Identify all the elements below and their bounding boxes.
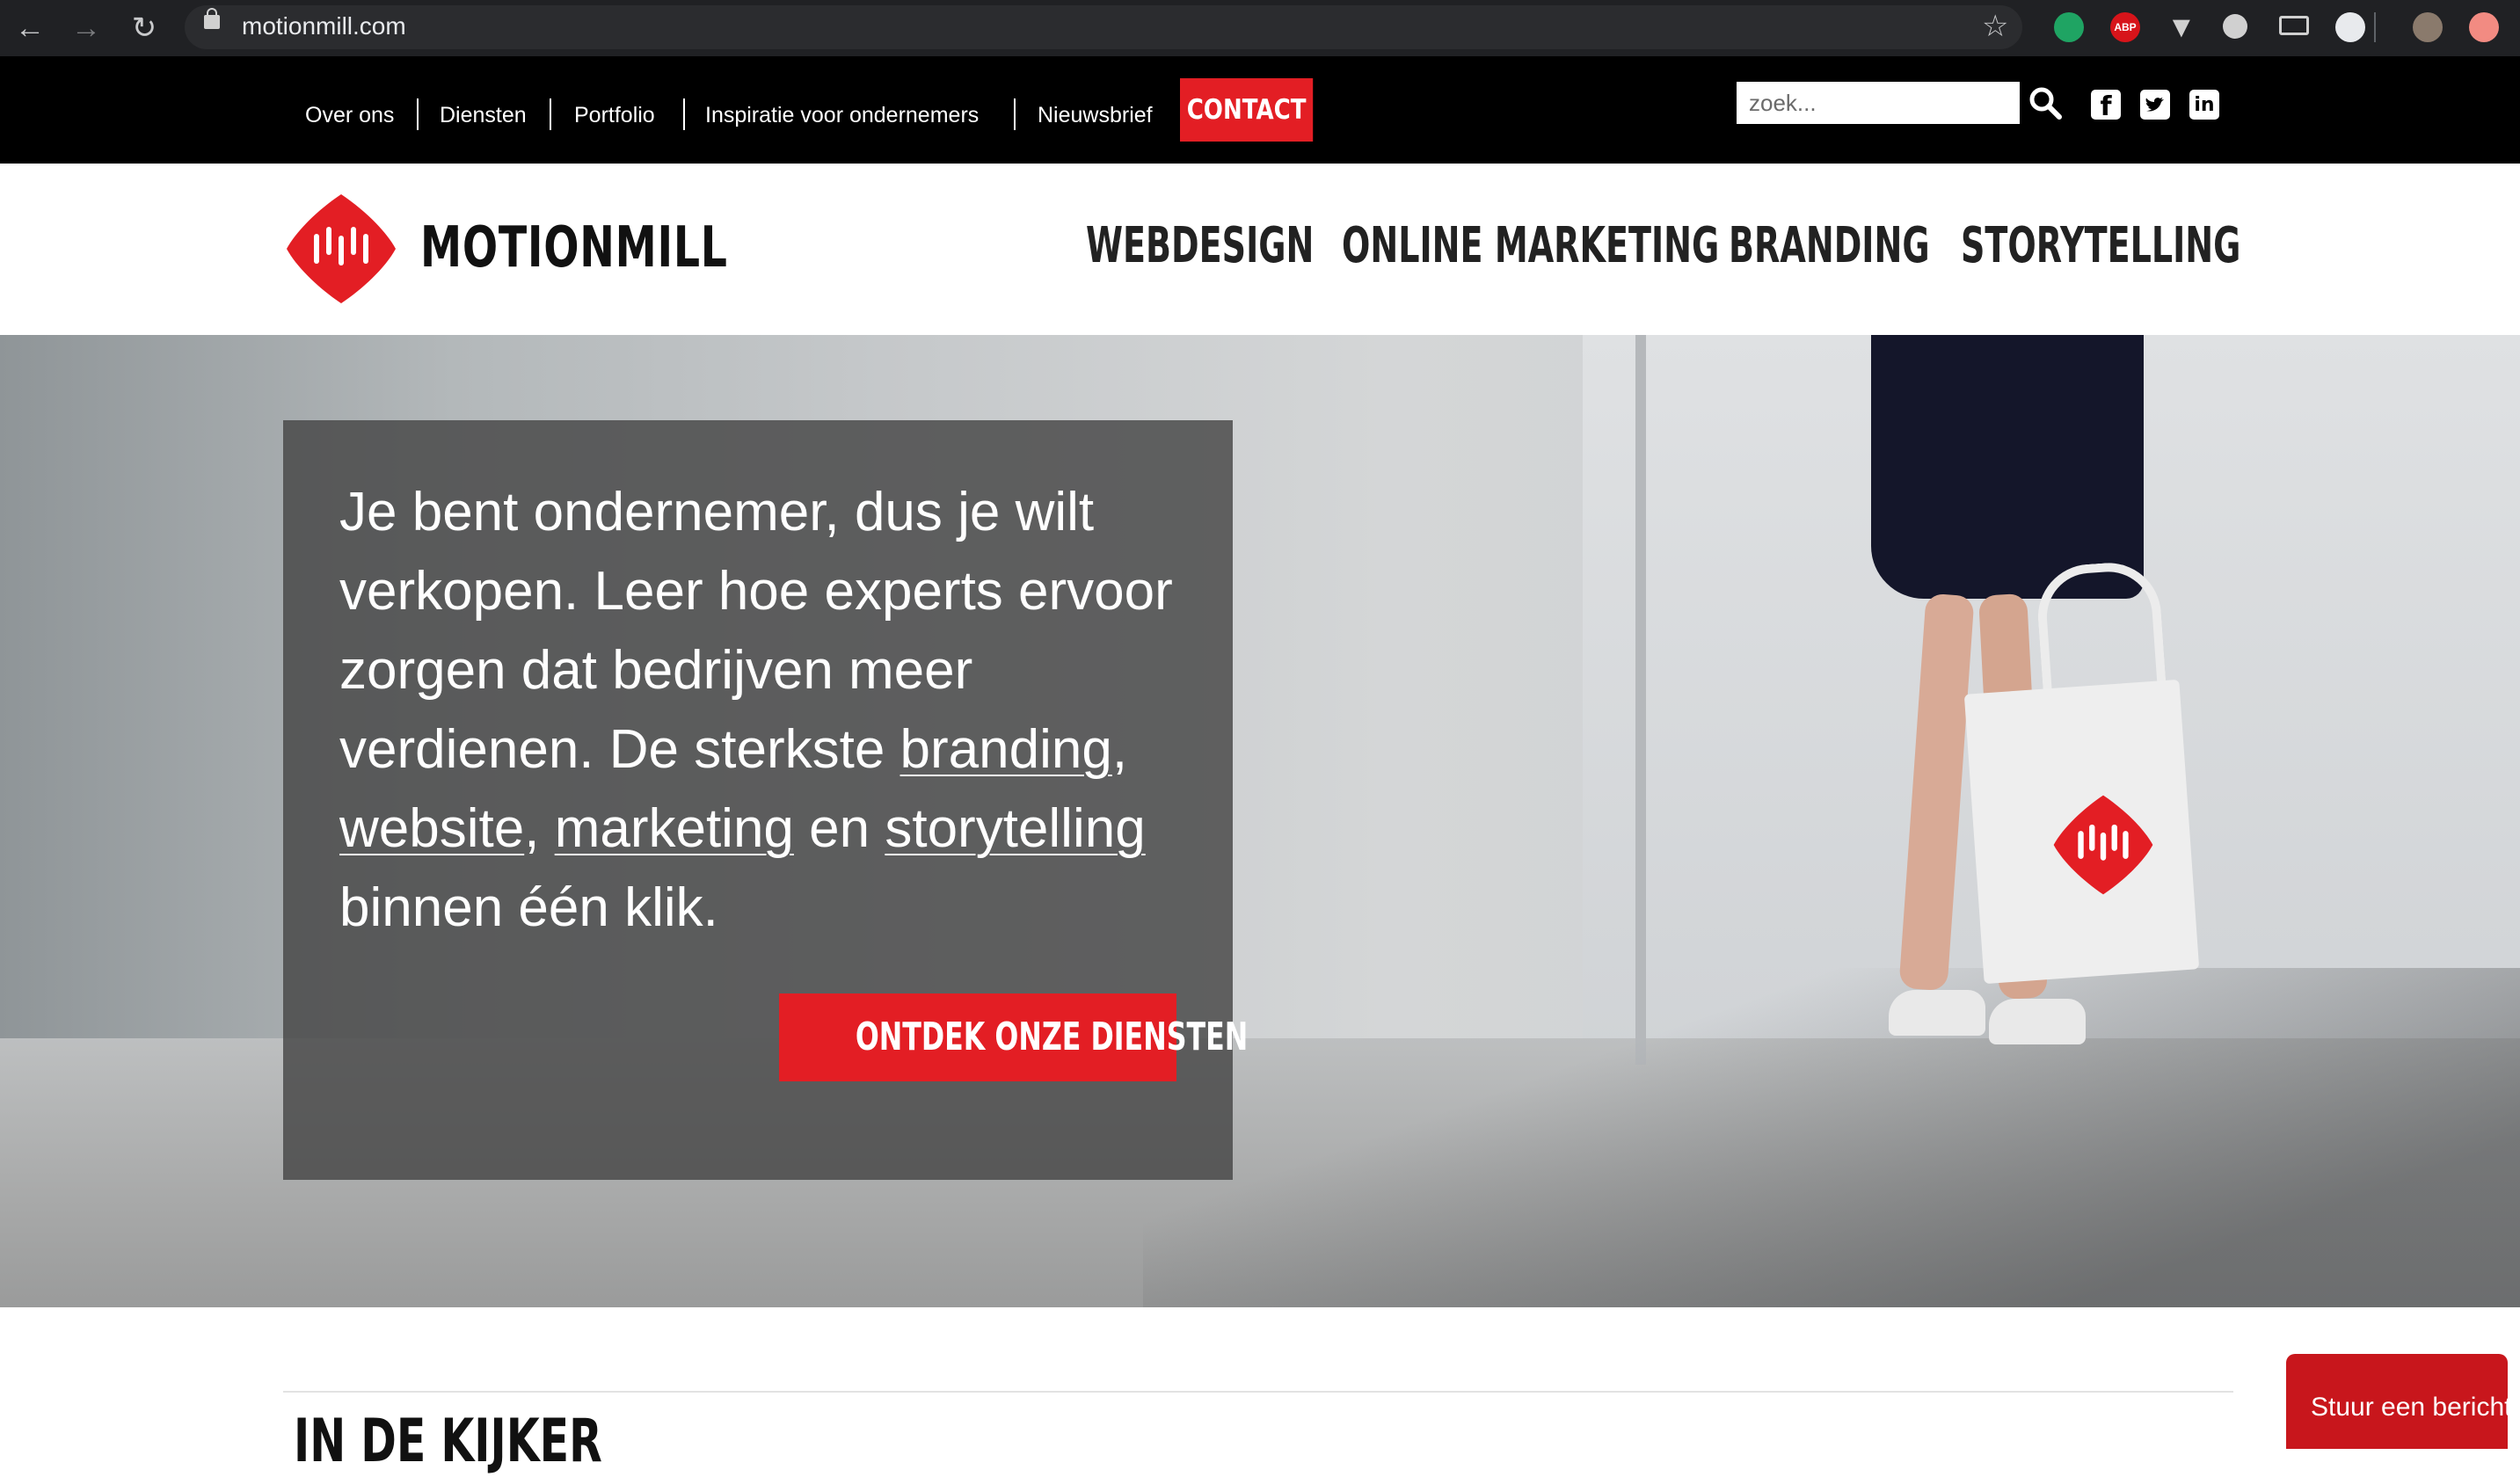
- hero-photo-shoe: [1989, 999, 2086, 1044]
- chat-widget-button[interactable]: Stuur een bericht: [2286, 1354, 2508, 1449]
- linkedin-icon[interactable]: in: [2189, 90, 2219, 120]
- search-input[interactable]: [1737, 82, 2020, 124]
- cast-icon[interactable]: [2279, 16, 2309, 35]
- main-nav-branding[interactable]: BRANDING: [1729, 211, 1930, 281]
- section-title: IN DE KIJKER: [294, 1407, 602, 1476]
- brand-name[interactable]: MOTIONMILL: [420, 213, 728, 283]
- upload-icon[interactable]: [2469, 12, 2499, 42]
- motionmill-logo[interactable]: [283, 191, 399, 307]
- divider: [417, 98, 419, 130]
- nav-link-diensten[interactable]: Diensten: [440, 100, 527, 130]
- lightbulb-icon[interactable]: [2223, 14, 2247, 39]
- hero-photo-door-edge: [1635, 335, 1646, 1065]
- discover-services-button[interactable]: ONTDEK ONZE DIENSTEN: [779, 993, 1248, 1081]
- facebook-icon[interactable]: f: [2091, 90, 2121, 122]
- link-storytelling[interactable]: storytelling: [885, 798, 1145, 859]
- tote-bag-logo: [2053, 795, 2153, 895]
- divider: [683, 98, 685, 130]
- hero-comma: ,: [524, 798, 540, 859]
- link-website[interactable]: website: [339, 798, 524, 859]
- evernote-icon[interactable]: [2054, 12, 2084, 42]
- main-nav-storytelling[interactable]: STORYTELLING: [1961, 211, 2240, 281]
- divider: [1014, 98, 1016, 130]
- forward-icon[interactable]: →: [65, 7, 107, 49]
- address-bar[interactable]: [185, 5, 2022, 49]
- nav-link-inspiratie[interactable]: Inspiratie voor ondernemers: [705, 100, 979, 130]
- chat-label: Stuur een bericht: [2311, 1393, 2508, 1422]
- nav-link-over-ons[interactable]: Over ons: [305, 100, 394, 130]
- divider: [550, 98, 551, 130]
- hero-photo-shoe: [1889, 990, 1985, 1036]
- translate-icon[interactable]: [2335, 12, 2365, 42]
- reload-icon[interactable]: ↻: [123, 7, 165, 49]
- adblock-plus-icon[interactable]: ABP: [2110, 12, 2140, 42]
- hero-text-end: binnen één klik.: [339, 877, 718, 938]
- url-text[interactable]: motionmill.com: [242, 9, 406, 44]
- hero-headline: Je bent ondernemer, dus je wilt verkopen…: [339, 473, 1219, 948]
- link-marketing[interactable]: marketing: [555, 798, 794, 859]
- search-icon[interactable]: [2027, 84, 2064, 121]
- nav-link-portfolio[interactable]: Portfolio: [574, 100, 655, 130]
- link-branding[interactable]: branding: [900, 719, 1112, 780]
- main-nav-webdesign[interactable]: WEBDESIGN: [1086, 211, 1314, 281]
- contact-button[interactable]: CONTACT: [1180, 78, 1314, 142]
- back-icon[interactable]: ←: [9, 7, 51, 49]
- nav-link-nieuwsbrief[interactable]: Nieuwsbrief: [1038, 100, 1153, 130]
- bookmark-star-icon[interactable]: ☆: [1982, 7, 2008, 46]
- hero-photo-dress: [1871, 335, 2144, 599]
- section-divider: [283, 1391, 2233, 1393]
- twitter-icon[interactable]: [2140, 90, 2170, 120]
- toolbar-separator: [2374, 12, 2376, 42]
- hero-comma: ,: [1111, 719, 1128, 780]
- vivaldi-icon[interactable]: ▼: [2167, 11, 2196, 44]
- hero-photo-shadow: [1143, 968, 2520, 1307]
- lock-icon: [204, 8, 220, 29]
- profile-avatar[interactable]: [2413, 12, 2443, 42]
- hero-and: en: [809, 798, 870, 859]
- cta-label: ONTDEK ONZE DIENSTEN: [855, 1015, 1249, 1059]
- main-nav-online-marketing[interactable]: ONLINE MARKETING: [1342, 211, 1719, 281]
